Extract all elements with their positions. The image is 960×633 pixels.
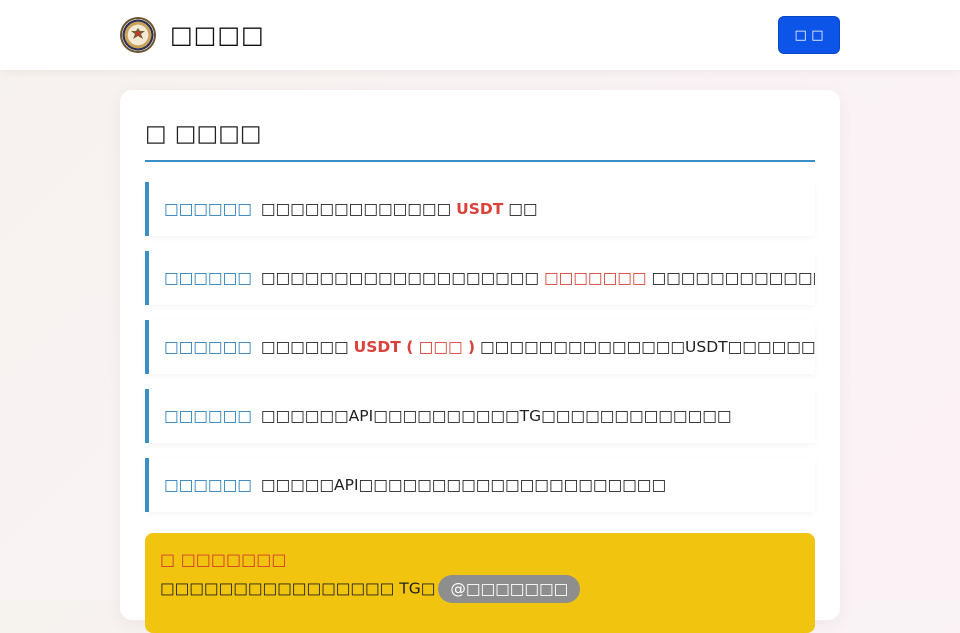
rule-highlight: USDT bbox=[456, 200, 504, 218]
rule-text: □□□□□□ bbox=[260, 338, 354, 356]
rule-text-tail: □□□□□□□□□□□□□□USDT□□□□□□□□□ bbox=[480, 338, 815, 356]
notice-title: □ □□□□□□□ bbox=[160, 550, 287, 569]
rule-tag: □□□□□□ bbox=[164, 338, 252, 356]
eagle-icon bbox=[131, 28, 145, 39]
rules-card: □ □□□□ □□□□□□ □□□□□□□□□□□□□ USDT □□ □□□□… bbox=[120, 90, 840, 633]
rule-item: □□□□□□ □□□□□□ USDT ( □□□ ) □□□□□□□□□□□□□… bbox=[145, 320, 815, 374]
rule-tag: □□□□□□ bbox=[164, 476, 252, 494]
rule-item: □□□□□□ □□□□□□□□□□□□□ USDT □□ bbox=[145, 182, 815, 236]
rule-item: □□□□□□ □□□□□□□□□□□□□□□□□□□ □□□□□□□ □□□□□… bbox=[145, 251, 815, 305]
rule-highlight: □□□□□□□ bbox=[544, 269, 647, 287]
seal-logo[interactable] bbox=[120, 17, 156, 53]
rule-tag: □□□□□□ bbox=[164, 269, 252, 287]
rule-text: □□□□□□□□□□□□□ bbox=[260, 200, 452, 218]
site-title[interactable]: □□□□ bbox=[170, 18, 265, 52]
top-header: □□□□ □ □ bbox=[0, 0, 960, 70]
notice-text: □□□□□□□□□□□□□□□□ TG□ bbox=[160, 579, 436, 598]
rule-text-tail: □□ bbox=[508, 200, 538, 218]
rule-item: □□□□□□ □□□□□API□□□□□□□□□□□□□□□□□□□□□ bbox=[145, 458, 815, 512]
rule-highlight: USDT ( □□□ ) bbox=[353, 338, 476, 356]
notice-text-line: □□□□□□□□□□□□□□□□ TG□ @□□□□□□□ bbox=[160, 575, 800, 603]
rule-text-tail: □□□□□□□□□□□□□□□□□□□□□□ bbox=[651, 269, 815, 287]
rule-tag: □□□□□□ bbox=[164, 407, 252, 425]
notice-box: □ □□□□□□□ □□□□□□□□□□□□□□□□ TG□ @□□□□□□□ bbox=[145, 533, 815, 633]
contact-link[interactable]: @□□□□□□□ bbox=[438, 575, 581, 603]
rule-tag: □□□□□□ bbox=[164, 200, 252, 218]
rule-item: □□□□□□ □□□□□□API□□□□□□□□□□TG□□□□□□□□□□□□… bbox=[145, 389, 815, 443]
rule-text: □□□□□□□□□□□□□□□□□□□ bbox=[260, 269, 544, 287]
rule-text: □□□□□API□□□□□□□□□□□□□□□□□□□□□ bbox=[260, 476, 667, 494]
header-action-button[interactable]: □ □ bbox=[778, 16, 840, 54]
rule-text: □□□□□□API□□□□□□□□□□TG□□□□□□□□□□□□□ bbox=[260, 407, 732, 425]
section-title: □ □□□□ bbox=[145, 116, 815, 162]
